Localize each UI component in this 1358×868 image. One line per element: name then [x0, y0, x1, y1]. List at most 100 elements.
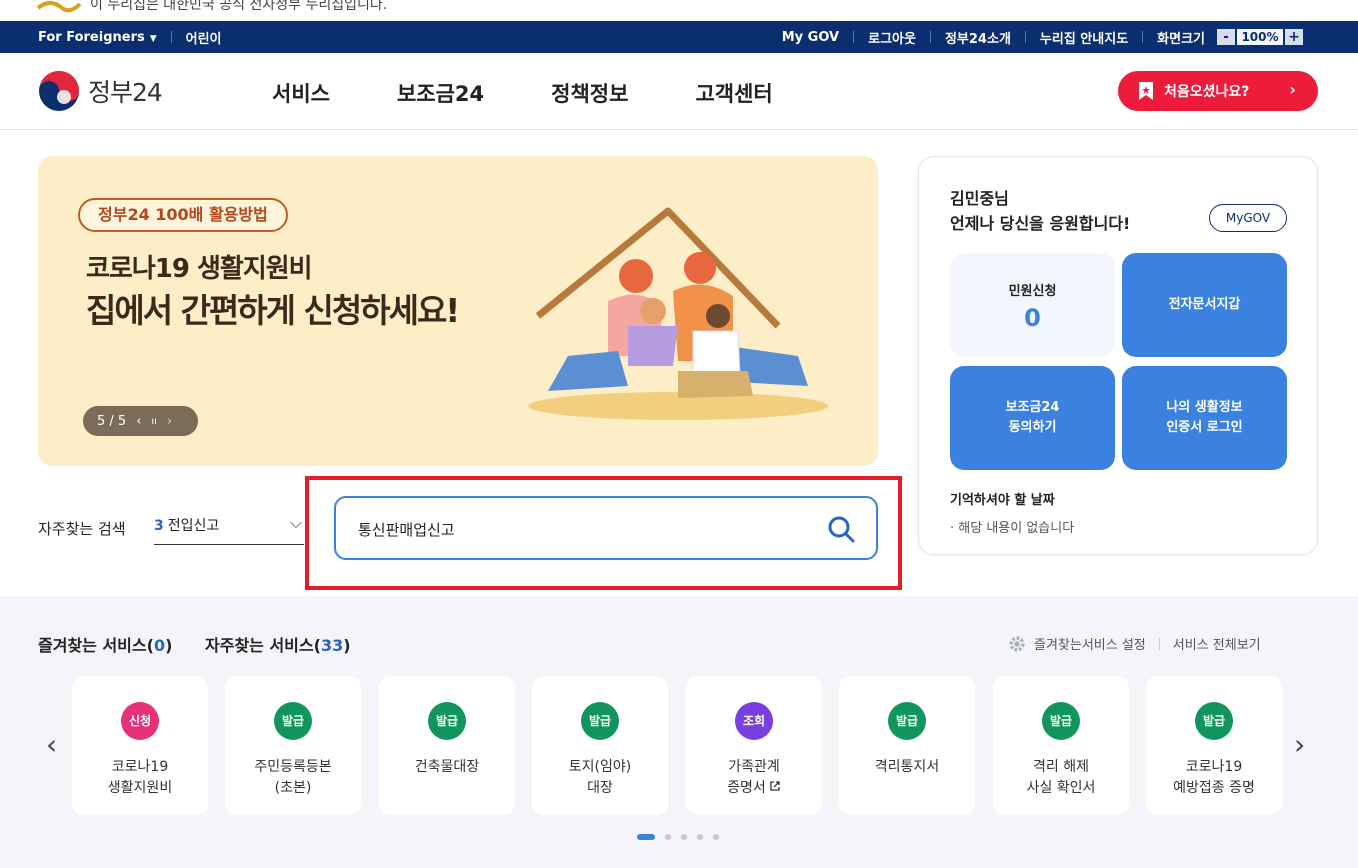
service-card[interactable]: 발급 주민등록등본 (초본) [225, 676, 361, 815]
zoom-in-button[interactable]: + [1285, 29, 1303, 45]
carousel-prev-button[interactable]: ‹ [46, 728, 57, 761]
e-document-wallet-tile[interactable]: 전자문서지갑 [1122, 253, 1287, 357]
service-badge: 발급 [888, 702, 926, 740]
service-badge: 발급 [428, 702, 466, 740]
banner-next-button[interactable]: › [167, 414, 172, 429]
service-card[interactable]: 발급 건축물대장 [379, 676, 515, 815]
bookmark-icon [1139, 82, 1153, 100]
utility-bar: For Foreigners ▼ 어린이 My GOV 로그아웃 정부24소개 누… [0, 21, 1358, 53]
banner-headline-2: 집에서 간편하게 신청하세요! [86, 291, 460, 330]
service-name-line1: 격리 해제 [1033, 759, 1089, 775]
carousel-dot[interactable] [681, 834, 687, 840]
search-input[interactable] [358, 516, 818, 542]
zoom-control: - 100% + [1217, 29, 1303, 45]
divider [1024, 31, 1026, 43]
logo-text: 정부24 [88, 78, 163, 107]
civil-application-tile[interactable]: 민원신청 0 [950, 253, 1115, 357]
service-badge: 발급 [274, 702, 312, 740]
user-panel: 김민중님 언제나 당신을 응원합니다! MyGOV 민원신청 0 전자문서지갑 … [918, 156, 1318, 555]
screen-size-label: 화면크기 [1157, 31, 1205, 47]
service-name-line2: 생활지원비 [107, 780, 173, 796]
banner-pause-button[interactable]: ıı [151, 416, 157, 427]
life-info-login-tile[interactable]: 나의 생활정보 인증서 로그인 [1122, 366, 1287, 470]
nav-services[interactable]: 서비스 [272, 78, 330, 108]
gov-emblem-icon [36, 1, 82, 13]
main-header: 정부24 서비스 보조금24 정책정보 고객센터 처음오셨나요? › [0, 53, 1358, 130]
service-badge: 조회 [735, 702, 773, 740]
taegeuk-logo-icon [39, 71, 79, 111]
service-name-line2: 사실 확인서 [1026, 780, 1096, 796]
service-name-line1: 토지(임야) [568, 759, 632, 775]
service-name-line2: 예방접종 증명 [1173, 780, 1255, 796]
first-visit-button[interactable]: 처음오셨나요? › [1118, 71, 1318, 111]
gear-icon [1009, 635, 1025, 652]
service-card[interactable]: 발급 격리 해제 사실 확인서 [993, 676, 1129, 815]
site-logo[interactable]: 정부24 [38, 70, 163, 112]
nav-subsidy24[interactable]: 보조금24 [397, 78, 484, 108]
favorite-services-tab[interactable]: 즐겨찾는 서비스(0) [38, 632, 172, 656]
user-greeting-name: 김민중님 [950, 189, 1009, 208]
remember-dates-empty: · 해당 내용이 없습니다 [950, 521, 1075, 536]
mygov-button[interactable]: MyGOV [1209, 204, 1287, 232]
banner-prev-button[interactable]: ‹ [136, 414, 141, 429]
banner-page-indicator: 5 / 5 [97, 413, 127, 429]
chevron-right-icon: › [1289, 80, 1296, 99]
carousel-dots [637, 834, 729, 840]
service-card[interactable]: 조회 가족관계 증명서 [686, 676, 822, 815]
civil-application-label: 민원신청 [1008, 284, 1057, 299]
carousel-dot-active[interactable] [637, 834, 655, 840]
sitemap-link[interactable]: 누리집 안내지도 [1040, 28, 1128, 47]
divider [853, 31, 855, 43]
kids-link[interactable]: 어린이 [186, 28, 222, 47]
subsidy24-consent-line1: 보조금24 [1005, 400, 1060, 415]
frequent-search-term: 전입신고 [167, 518, 220, 534]
view-all-services-link[interactable]: 서비스 전체보기 [1173, 634, 1261, 653]
banner-headline-1: 코로나19 생활지원비 [86, 254, 313, 284]
service-badge: 신청 [121, 702, 159, 740]
caret-down-icon: ▼ [149, 33, 157, 44]
service-card[interactable]: 신청 코로나19 생활지원비 [72, 676, 208, 815]
divider [1142, 31, 1144, 43]
main-banner[interactable]: 정부24 100배 활용방법 코로나19 생활지원비 집에서 간편하게 신청하세… [38, 156, 878, 466]
nav-customer-center[interactable]: 고객센터 [695, 78, 772, 108]
e-document-wallet-label: 전자문서지갑 [1168, 297, 1241, 312]
remember-dates-title: 기억하셔야 할 날짜 [950, 493, 1055, 508]
frequent-services-count: 33 [320, 636, 344, 655]
about-link[interactable]: 정부24소개 [945, 28, 1011, 47]
mygov-link[interactable]: My GOV [782, 30, 839, 45]
chevron-down-icon: ⌵ [289, 513, 302, 532]
banner-tag: 정부24 100배 활용방법 [78, 198, 288, 232]
zoom-out-button[interactable]: - [1217, 29, 1235, 45]
frequent-services-tab[interactable]: 자주찾는 서비스(33) [205, 632, 351, 656]
banner-pager: 5 / 5 ‹ ıı › [83, 406, 198, 436]
favorite-services-count: 0 [153, 636, 166, 655]
service-card[interactable]: 발급 코로나19 예방접종 증명 [1146, 676, 1282, 815]
logout-link[interactable]: 로그아웃 [868, 28, 916, 47]
service-card[interactable]: 발급 토지(임야) 대장 [532, 676, 668, 815]
search-icon[interactable] [826, 514, 856, 544]
service-name-line2: (초본) [274, 780, 312, 796]
service-name-line1: 가족관계 [728, 759, 780, 775]
service-name-line2: 증명서 [686, 777, 822, 797]
subsidy24-consent-tile[interactable]: 보조금24 동의하기 [950, 366, 1115, 470]
service-badge: 발급 [581, 702, 619, 740]
user-greeting-message: 언제나 당신을 응원합니다! [950, 214, 1131, 233]
for-foreigners-link[interactable]: For Foreigners ▼ [38, 30, 157, 45]
notice-text: 이 누리집은 대한민국 공식 전자정부 누리집입니다. [90, 0, 388, 13]
service-card[interactable]: 발급 격리통지서 [839, 676, 975, 815]
divider [170, 31, 172, 43]
carousel-next-button[interactable]: › [1294, 728, 1305, 761]
favorite-settings-link[interactable]: 즐겨찾는서비스 설정 [1034, 634, 1146, 653]
carousel-dot[interactable] [713, 834, 719, 840]
divider [929, 31, 931, 43]
carousel-dot[interactable] [697, 834, 703, 840]
carousel-dot[interactable] [665, 834, 671, 840]
frequent-search-rank: 3 [154, 518, 164, 534]
frequent-search-label: 자주찾는 검색 [38, 520, 126, 538]
service-name-line1: 코로나19 [111, 759, 169, 775]
search-box [334, 496, 878, 560]
nav-policy-info[interactable]: 정책정보 [551, 78, 628, 108]
services-toolbar: 즐겨찾는서비스 설정 서비스 전체보기 [1008, 634, 1261, 653]
main-nav: 서비스 보조금24 정책정보 고객센터 [272, 78, 840, 108]
frequent-search-select[interactable]: 3 전입신고 ⌵ [154, 513, 304, 545]
